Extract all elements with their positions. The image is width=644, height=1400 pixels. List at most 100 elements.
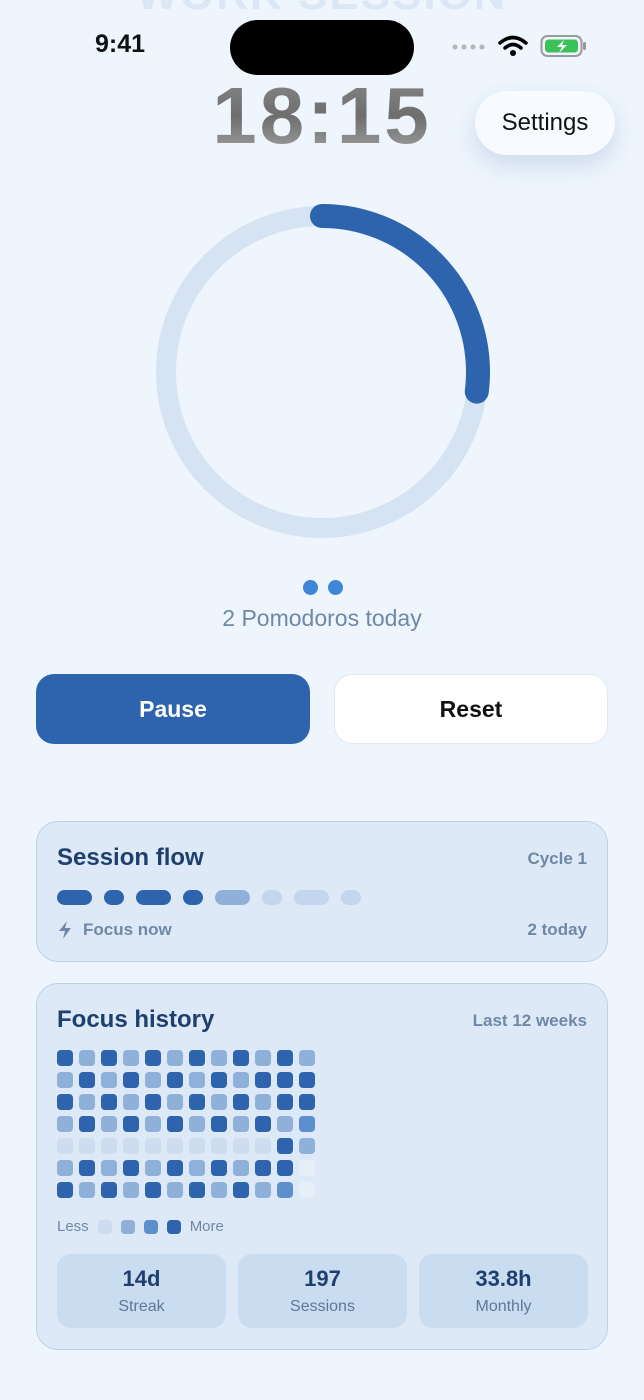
heatmap-cell (255, 1050, 271, 1066)
heatmap-cell (255, 1182, 271, 1198)
heatmap-cell (189, 1050, 205, 1066)
reset-button[interactable]: Reset (334, 674, 608, 744)
stat-value: 14d (122, 1266, 161, 1291)
heatmap-cell (255, 1116, 271, 1132)
heatmap-cell (233, 1050, 249, 1066)
flow-segment-break (341, 890, 361, 905)
heatmap-cell (167, 1138, 183, 1154)
legend-level-2 (120, 1219, 135, 1234)
lightning-icon (59, 921, 71, 939)
heatmap-cell (145, 1094, 161, 1110)
stat-value: 33.8h (475, 1266, 532, 1291)
heatmap-cell (167, 1094, 183, 1110)
heatmap-cell (299, 1116, 315, 1132)
heatmap-cell (211, 1116, 227, 1132)
heatmap-cell (167, 1116, 183, 1132)
heatmap-cell (79, 1050, 95, 1066)
heatmap-cell (277, 1160, 293, 1176)
settings-button[interactable]: Settings (475, 91, 615, 155)
wifi-icon (498, 35, 528, 56)
heatmap-cell (255, 1160, 271, 1176)
flow-segment-break (183, 890, 203, 905)
heatmap-cell (101, 1182, 117, 1198)
heatmap-cell (277, 1094, 293, 1110)
flow-segment-work (294, 890, 329, 905)
status-indicators (452, 34, 588, 58)
pomodoro-dot (303, 580, 318, 595)
today-count: 2 today (527, 920, 587, 939)
heatmap-cell (101, 1094, 117, 1110)
session-flow-segments (57, 890, 361, 905)
heatmap-cell (123, 1094, 139, 1110)
heatmap-cell (277, 1050, 293, 1066)
heatmap-cell (255, 1072, 271, 1088)
heatmap-cell (211, 1182, 227, 1198)
heatmap-cell (277, 1072, 293, 1088)
heatmap-cell (57, 1138, 73, 1154)
heatmap-cell (211, 1072, 227, 1088)
heatmap-cell (189, 1116, 205, 1132)
heatmap-cell (233, 1072, 249, 1088)
heatmap-cell (79, 1182, 95, 1198)
progress-ring (154, 204, 490, 540)
heatmap-cell (189, 1160, 205, 1176)
heatmap-cell (211, 1050, 227, 1066)
heatmap-cell (123, 1138, 139, 1154)
heatmap-cell (123, 1050, 139, 1066)
heatmap-cell (167, 1050, 183, 1066)
heatmap-cell (101, 1138, 117, 1154)
pause-button[interactable]: Pause (36, 674, 310, 744)
focus-history-title: Focus history (57, 1006, 215, 1033)
heatmap-cell (189, 1094, 205, 1110)
battery-icon (540, 35, 586, 57)
heatmap-cell (277, 1138, 293, 1154)
heatmap-cell (145, 1050, 161, 1066)
heatmap-cell (299, 1182, 315, 1198)
heatmap-cell (101, 1050, 117, 1066)
heatmap-cell (211, 1094, 227, 1110)
heatmap-cell (57, 1050, 73, 1066)
heatmap-legend: Less More (57, 1218, 224, 1235)
heatmap-cell (233, 1116, 249, 1132)
heatmap-cell (101, 1160, 117, 1176)
heatmap-cell (299, 1050, 315, 1066)
heatmap-cell (211, 1138, 227, 1154)
heatmap-cell (145, 1160, 161, 1176)
heatmap-cell (233, 1182, 249, 1198)
heatmap-cell (255, 1094, 271, 1110)
heatmap-cell (145, 1138, 161, 1154)
heatmap-cell (167, 1160, 183, 1176)
pomodoros-today-label: 2 Pomodoros today (222, 605, 422, 631)
signal-icon (452, 44, 485, 50)
heatmap-cell (233, 1094, 249, 1110)
stat-label: Sessions (290, 1298, 355, 1315)
heatmap-cell (189, 1138, 205, 1154)
dynamic-island (230, 20, 414, 75)
flow-segment-work (57, 890, 92, 905)
heatmap-cell (145, 1072, 161, 1088)
ghost-title: WORK SESSION (0, 0, 644, 20)
flow-segment-break (262, 890, 282, 905)
heatmap-cell (233, 1160, 249, 1176)
heatmap-cell (211, 1160, 227, 1176)
pomodoro-dot (328, 580, 343, 595)
focus-history-card: Focus history Last 12 weeks Less More 14… (36, 983, 608, 1350)
heatmap-cell (123, 1182, 139, 1198)
heatmap-cell (167, 1182, 183, 1198)
legend-level-3 (143, 1219, 158, 1234)
heatmap-cell (189, 1182, 205, 1198)
flow-segment-work (136, 890, 171, 905)
heatmap-cell (299, 1072, 315, 1088)
session-flow-title: Session flow (57, 844, 204, 871)
pomodoro-dots (303, 580, 343, 595)
heatmap-cell (79, 1072, 95, 1088)
heatmap-cell (57, 1182, 73, 1198)
stat-streak: 14d Streak (57, 1254, 226, 1328)
heatmap-cell (277, 1182, 293, 1198)
heatmap-cell (123, 1160, 139, 1176)
heatmap-cell (57, 1160, 73, 1176)
stat-sessions: 197 Sessions (238, 1254, 407, 1328)
heatmap-cell (101, 1116, 117, 1132)
heatmap-cell (123, 1072, 139, 1088)
heatmap-cell (255, 1138, 271, 1154)
